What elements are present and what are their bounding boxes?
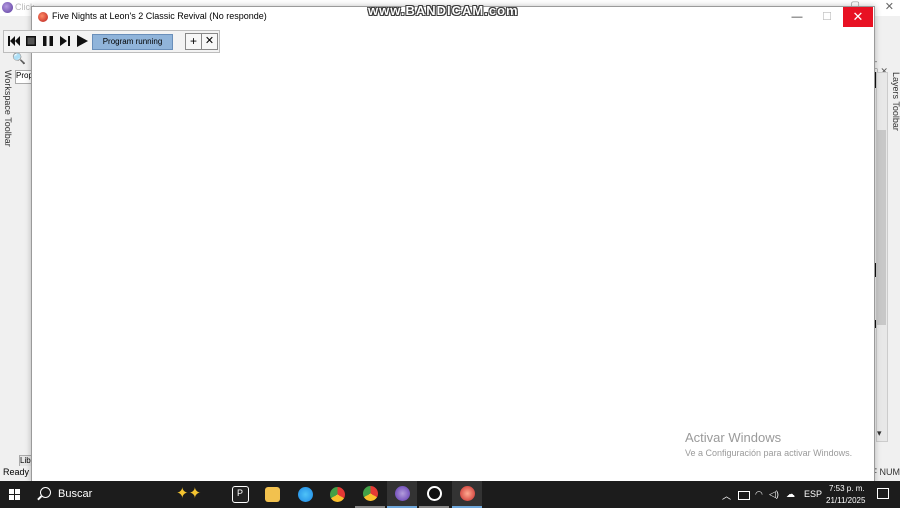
game-icon — [459, 486, 475, 501]
battery-icon[interactable] — [738, 491, 750, 500]
network-icon[interactable]: ◠ — [755, 489, 763, 500]
background-close-button[interactable]: ✕ — [885, 0, 894, 13]
step-forward-icon[interactable] — [57, 33, 73, 49]
taskbar: Buscar ✦✦ P ︿ ◠ ◁) ☁ ESP 7:53 p. m. 21/1… — [0, 481, 900, 508]
taskbar-app-picsart[interactable]: P — [225, 481, 255, 508]
debug-toolbar: Program running + ✕ — [3, 30, 220, 53]
maximize-button[interactable]: ☐ — [812, 7, 842, 27]
edge-icon — [297, 487, 313, 502]
windows-start-icon[interactable] — [9, 489, 20, 500]
minimize-button[interactable]: — — [782, 7, 812, 27]
copilot-sparkle-icon[interactable]: ✦✦ — [176, 484, 201, 502]
show-hidden-icons-chevron-icon[interactable]: ︿ — [722, 489, 731, 502]
stop-icon[interactable] — [23, 33, 39, 49]
taskbar-app-chrome-profile[interactable] — [355, 481, 385, 508]
clickteam-icon — [394, 486, 410, 501]
play-icon[interactable] — [74, 33, 90, 49]
status-ready: Ready — [3, 467, 30, 477]
clock-date[interactable]: 21/11/2025 — [826, 496, 865, 505]
volume-icon[interactable]: ◁) — [769, 489, 779, 500]
taskbar-app-game[interactable] — [452, 481, 482, 508]
activate-windows-subtitle: Ve a Configuración para activar Windows. — [685, 448, 853, 458]
search-icon[interactable]: 🔍 — [12, 52, 26, 65]
scroll-down-arrow-icon[interactable]: ▾ — [877, 428, 882, 439]
workspace-toolbar-label: Workspace Toolbar — [3, 70, 13, 147]
picsart-icon: P — [231, 486, 249, 503]
onedrive-cloud-icon[interactable]: ☁ — [786, 489, 795, 500]
pause-icon[interactable] — [40, 33, 56, 49]
taskbar-app-bandicam[interactable] — [419, 481, 449, 508]
restart-icon[interactable] — [6, 33, 22, 49]
taskbar-app-edge[interactable] — [290, 481, 320, 508]
chrome-profile-icon — [362, 486, 378, 501]
taskbar-app-chrome[interactable] — [322, 481, 352, 508]
notification-icon[interactable] — [877, 488, 889, 499]
activate-windows-title: Activar Windows — [685, 430, 782, 445]
taskbar-app-file-explorer[interactable] — [257, 481, 287, 508]
taskbar-search-label[interactable]: Buscar — [58, 488, 92, 500]
taskbar-search-icon[interactable] — [40, 487, 51, 498]
debug-close-button[interactable]: ✕ — [201, 33, 218, 50]
record-icon — [426, 486, 442, 501]
language-indicator[interactable]: ESP — [804, 489, 822, 499]
game-window[interactable]: Five Nights at Leon's 2 Classic Revival … — [31, 6, 875, 485]
workspace-toolbar-tab[interactable]: Workspace Toolbar — [1, 70, 13, 160]
clickteam-app-icon — [2, 2, 13, 13]
clock-time[interactable]: 7:53 p. m. — [829, 484, 865, 493]
game-app-icon — [38, 12, 48, 22]
program-status-label: Program running — [92, 34, 173, 50]
taskbar-app-clickteam[interactable] — [387, 481, 417, 508]
layers-toolbar-tab[interactable]: Layers Toolbar — [891, 72, 900, 152]
scrollbar-thumb[interactable] — [877, 130, 886, 325]
folder-icon — [264, 487, 280, 502]
add-button[interactable]: + — [185, 33, 202, 50]
bandicam-watermark: www.BANDICAM.com — [368, 3, 519, 18]
close-button[interactable]: ✕ — [843, 7, 873, 27]
chrome-icon — [329, 487, 345, 502]
game-window-title: Five Nights at Leon's 2 Classic Revival … — [52, 11, 267, 21]
layers-toolbar-label: Layers Toolbar — [891, 72, 900, 131]
